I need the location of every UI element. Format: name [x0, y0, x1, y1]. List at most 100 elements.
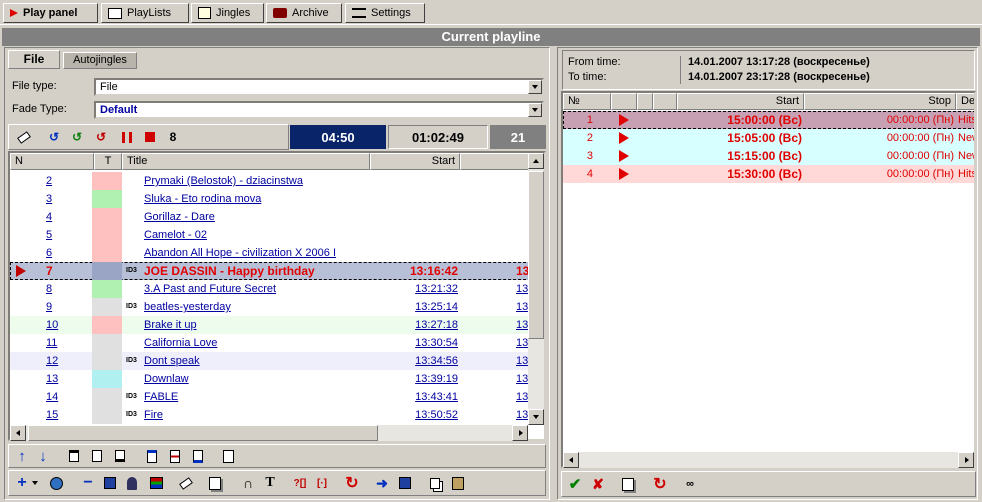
color-bars-icon [149, 477, 163, 489]
table-row[interactable]: 11 California Love 13:30:54 13 [10, 334, 544, 352]
paste-button[interactable] [448, 473, 468, 493]
hscroll-thumb[interactable] [28, 425, 378, 441]
add-folder-button[interactable] [46, 473, 66, 493]
remove-button[interactable]: − [78, 473, 98, 493]
tab-settings[interactable]: Settings [345, 3, 425, 23]
table-row[interactable]: 8 3.A Past and Future Secret 13:21:32 13 [10, 280, 544, 298]
col-header-desc[interactable]: De [956, 93, 974, 110]
scroll-up-button[interactable] [528, 153, 544, 169]
col-header-stop[interactable]: Stop [804, 93, 956, 110]
table-row[interactable]: 9 ID3 beatles-yesterday 13:25:14 13 [10, 298, 544, 316]
colors-button[interactable] [146, 473, 166, 493]
save-button[interactable] [100, 473, 120, 493]
scroll-down-button[interactable] [528, 409, 544, 425]
rewind-button[interactable]: ↺ [44, 127, 64, 147]
move-bottom-button[interactable] [110, 446, 130, 466]
type-color-cell [92, 406, 122, 424]
table-row[interactable]: 10 Brake it up 13:27:18 13 [10, 316, 544, 334]
table-row[interactable]: 4 Gorillaz - Dare [10, 208, 544, 226]
reject-button[interactable]: ✘ [588, 474, 608, 494]
loop-button[interactable]: ↺ [67, 127, 87, 147]
add-dropdown-button[interactable] [30, 473, 40, 493]
export-button[interactable]: ➜ [372, 473, 392, 493]
col-header-blank1[interactable] [611, 93, 637, 110]
tab-playlists[interactable]: PlayLists [101, 3, 189, 23]
scroll-right-button[interactable] [512, 425, 528, 441]
insert-bottom-button[interactable] [188, 446, 208, 466]
pause-icon [122, 131, 132, 143]
table-row[interactable]: 13 Downlaw 13:39:19 13 [10, 370, 544, 388]
save-as-button[interactable] [395, 473, 415, 493]
eraser-button[interactable] [14, 127, 34, 147]
table-row[interactable]: 15 ID3 Fire 13:50:52 13 [10, 406, 544, 424]
text-button[interactable]: T [260, 473, 280, 493]
table-row[interactable]: 6 Abandon All Hope - civilization X 2006 … [10, 244, 544, 262]
schedule-row[interactable]: 3 15:15:00 (Вс) 00:00:00 (Пн) New [563, 147, 974, 165]
subtab-autojingles[interactable]: Autojingles [63, 52, 137, 69]
schedule-properties-button[interactable] [618, 474, 638, 494]
col-header-t[interactable]: T [94, 153, 122, 170]
file-type-select[interactable]: File [94, 78, 544, 96]
schedule-row[interactable]: 1 15:00:00 (Вс) 00:00:00 (Пн) Hits [563, 111, 974, 129]
fade-type-select[interactable]: Default [94, 101, 544, 119]
tab-archive[interactable]: Archive [266, 3, 342, 23]
table-row[interactable]: 5 Camelot - 02 [10, 226, 544, 244]
repeat-button[interactable]: ↺ [91, 127, 111, 147]
vertical-scrollbar[interactable] [528, 153, 544, 425]
refresh-button[interactable]: ↻ [342, 473, 362, 493]
table-row[interactable]: 2 Prymaki (Belostok) - dziacinstwa [10, 172, 544, 190]
properties-button[interactable] [205, 473, 225, 493]
row-title: Abandon All Hope - civilization X 2006 I [144, 247, 337, 259]
tab-play-panel[interactable]: Play panel [3, 3, 98, 23]
move-down-button[interactable]: ↓ [33, 446, 53, 466]
scroll-right-button[interactable] [958, 452, 974, 468]
pause-button[interactable] [117, 127, 137, 147]
scroll-left-button[interactable] [10, 425, 26, 441]
tab-jingles[interactable]: Jingles [191, 3, 264, 23]
accept-button[interactable]: ✔ [565, 474, 585, 494]
bracket-button[interactable]: [·] [312, 473, 332, 493]
table-row[interactable]: 12 ID3 Dont speak 13:34:56 13 [10, 352, 544, 370]
table-row[interactable]: 14 ID3 FABLE 13:43:41 13 [10, 388, 544, 406]
row-start [372, 172, 458, 190]
chevron-down-icon[interactable] [528, 103, 542, 117]
check-button[interactable]: ?[] [290, 473, 310, 493]
insert-top-button[interactable] [142, 446, 162, 466]
horizontal-scrollbar[interactable] [10, 425, 528, 441]
row-number: 6 [46, 247, 53, 259]
find-button[interactable]: ∞ [680, 474, 700, 494]
schedule-row[interactable]: 2 15:05:00 (Вс) 00:00:00 (Пн) New [563, 129, 974, 147]
col-header-title[interactable]: Title [122, 153, 370, 170]
col-header-blank3[interactable] [653, 93, 677, 110]
user-button[interactable] [122, 473, 142, 493]
insert-mid-button[interactable] [165, 446, 185, 466]
move-top-button[interactable] [64, 446, 84, 466]
subtab-file[interactable]: File [8, 50, 60, 69]
table-row[interactable]: 7ID3JOE DASSIN - Happy birthday13:16:421… [10, 262, 544, 280]
col-header-num[interactable]: № [563, 93, 611, 110]
schedule-row-number: 3 [586, 150, 593, 162]
col-header-n[interactable]: N [10, 153, 94, 170]
schedule-refresh-button[interactable]: ↻ [650, 474, 670, 494]
erase-button[interactable] [176, 473, 196, 493]
fade-type-value: Default [100, 104, 138, 116]
eraser-icon [17, 130, 31, 144]
scroll-left-button[interactable] [563, 452, 579, 468]
col-header-start[interactable]: Start [677, 93, 804, 110]
scroll-thumb[interactable] [528, 171, 544, 339]
schedule-hscrollbar[interactable] [563, 452, 974, 468]
copy-button[interactable] [425, 473, 445, 493]
move-mid-button[interactable] [87, 446, 107, 466]
link-button[interactable]: 8 [163, 127, 183, 147]
row-tag: ID3 [126, 411, 137, 418]
table-row[interactable]: 3 Sluka - Eto rodina mova [10, 190, 544, 208]
headphones-button[interactable]: ∩ [238, 473, 258, 493]
col-header-start[interactable]: Start [370, 153, 460, 170]
stop-button[interactable] [140, 127, 160, 147]
preview-button[interactable] [218, 446, 238, 466]
add-button[interactable]: + [12, 473, 32, 493]
move-up-button[interactable]: ↑ [12, 446, 32, 466]
chevron-down-icon[interactable] [528, 80, 542, 94]
col-header-blank2[interactable] [637, 93, 653, 110]
schedule-row[interactable]: 4 15:30:00 (Вс) 00:00:00 (Пн) Hits [563, 165, 974, 183]
